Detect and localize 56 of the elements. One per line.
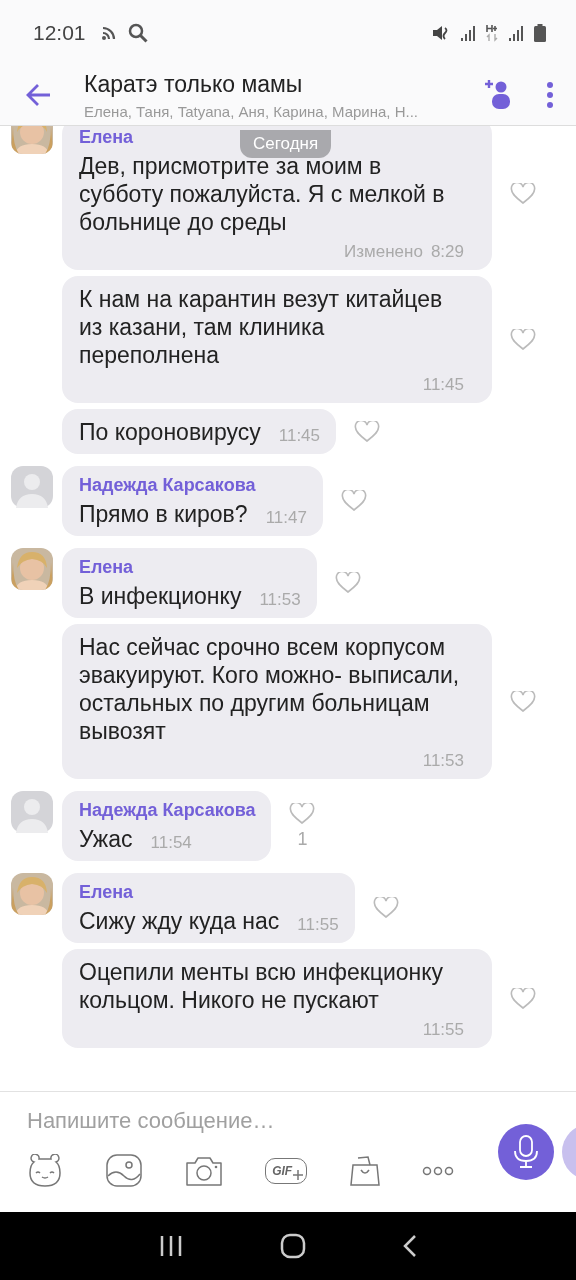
data-arrows-icon xyxy=(486,23,498,42)
sender-name: Надежда Карсакова xyxy=(79,475,256,496)
message-input[interactable]: Напишите сообщение… xyxy=(27,1108,466,1134)
like-count: 1 xyxy=(297,828,308,850)
signal-icon xyxy=(460,23,476,42)
chat-title[interactable]: Каратэ только мамы xyxy=(84,70,484,98)
sender-name: Елена xyxy=(79,882,134,903)
message-time: 11:45 xyxy=(278,426,321,445)
message-text: Прямо в киров? xyxy=(79,500,248,528)
date-label: Сегодня xyxy=(240,130,332,158)
message-time: 8:29 xyxy=(430,242,464,261)
message-bubble[interactable]: Елена В инфекционку 11:53 xyxy=(62,548,317,618)
microphone-button[interactable] xyxy=(498,1124,554,1180)
back-icon[interactable] xyxy=(403,1234,418,1258)
sticker-bear-icon[interactable] xyxy=(26,1154,64,1188)
edited-label: Изменено xyxy=(344,242,423,261)
search-icon xyxy=(127,22,148,43)
message-bubble[interactable]: Надежда Карсакова Прямо в киров? 11:47 xyxy=(62,466,323,536)
mute-icon xyxy=(432,23,450,42)
message-text: К нам на карантин везут китайцев из казани, там клиника переполнена xyxy=(79,286,443,368)
message-time: 11:53 xyxy=(422,751,464,770)
shopping-bag-icon[interactable] xyxy=(349,1155,380,1187)
message-bubble[interactable]: Нас сейчас срочно всем корпусом эвакуируют. Кого можно- выписали, остальных по другим больницам вывозят 11:53 xyxy=(62,624,492,779)
message-time: 11:47 xyxy=(265,508,307,527)
gallery-icon[interactable] xyxy=(106,1154,143,1188)
status-time: 12:01 xyxy=(33,20,86,45)
recent-apps-icon[interactable] xyxy=(158,1235,183,1257)
message-bubble[interactable]: Елена Сижу жду куда нас 11:55 xyxy=(62,873,355,943)
message-time: 11:53 xyxy=(259,590,301,609)
sender-name: Надежда Карсакова xyxy=(79,800,256,821)
message-time: 11:45 xyxy=(422,375,464,394)
message-time: 11:55 xyxy=(422,1020,464,1039)
message-time: 11:54 xyxy=(150,833,192,852)
back-arrow-icon[interactable] xyxy=(26,83,52,107)
more-icon[interactable] xyxy=(421,1166,454,1176)
message-text: Сижу жду куда нас xyxy=(79,907,280,935)
message-time: 11:55 xyxy=(297,915,339,934)
battery-icon xyxy=(534,23,546,42)
home-icon[interactable] xyxy=(280,1233,306,1259)
gif-button[interactable]: GIF xyxy=(265,1158,308,1184)
message-text: В инфекционку xyxy=(79,582,242,610)
message-text: Нас сейчас срочно всем корпусом эвакуируют. Кого можно- выписали, остальных по другим больницам вывозят xyxy=(79,634,460,744)
sender-name: Елена xyxy=(79,557,134,578)
message-bubble[interactable]: Надежда Карсакова Ужас 11:54 xyxy=(62,791,272,861)
signal-icon xyxy=(508,23,524,42)
plus-icon xyxy=(293,1170,304,1180)
camera-icon[interactable] xyxy=(184,1155,223,1187)
message-bubble[interactable]: Оцепили менты всю инфекционку кольцом. Никого не пускают 11:55 xyxy=(62,949,492,1048)
microphone-icon xyxy=(513,1135,539,1169)
sender-name: Елена xyxy=(79,127,134,148)
message-bubble[interactable]: К нам на карантин везут китайцев из казани, там клиника переполнена 11:45 xyxy=(62,276,492,403)
more-options-icon[interactable] xyxy=(546,82,554,108)
message-text: Оцепили менты всю инфекционку кольцом. Никого не пускают xyxy=(79,959,444,1013)
message-text: По короновирусу xyxy=(79,418,261,446)
message-bubble[interactable]: По короновирусу 11:45 xyxy=(62,409,337,454)
message-text: Ужас xyxy=(79,825,133,853)
